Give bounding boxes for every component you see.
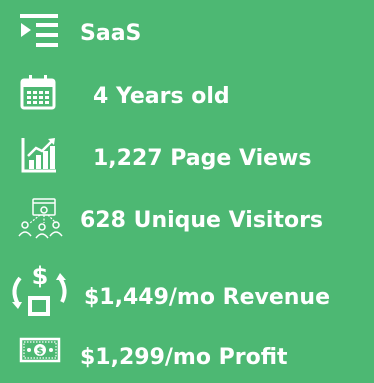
stat-label: SaaS [80, 21, 142, 46]
stat-profit: $ $1,299/mo Profit [0, 332, 374, 382]
svg-text:$: $ [32, 262, 49, 290]
stat-page-views: 1,227 Page Views [0, 134, 374, 184]
network-users-icon [18, 198, 63, 239]
stat-label: $1,449/mo Revenue [84, 285, 330, 310]
stat-label: 628 Unique Visitors [80, 208, 324, 233]
calendar-icon [20, 74, 56, 110]
banknote-icon: $ [19, 337, 61, 363]
stat-type: SaaS [0, 10, 374, 60]
stat-age: 4 Years old [0, 72, 374, 122]
stat-revenue: $ $1,449/mo Revenue [0, 262, 374, 322]
revenue-cycle-icon: $ [8, 262, 72, 322]
stat-unique-visitors: 628 Unique Visitors [0, 196, 374, 246]
bar-chart-icon [20, 136, 58, 174]
stat-label: 1,227 Page Views [93, 146, 312, 171]
stat-label: 4 Years old [93, 84, 230, 109]
stat-label: $1,299/mo Profit [80, 345, 288, 370]
list-icon [20, 14, 60, 48]
svg-text:$: $ [37, 346, 44, 357]
